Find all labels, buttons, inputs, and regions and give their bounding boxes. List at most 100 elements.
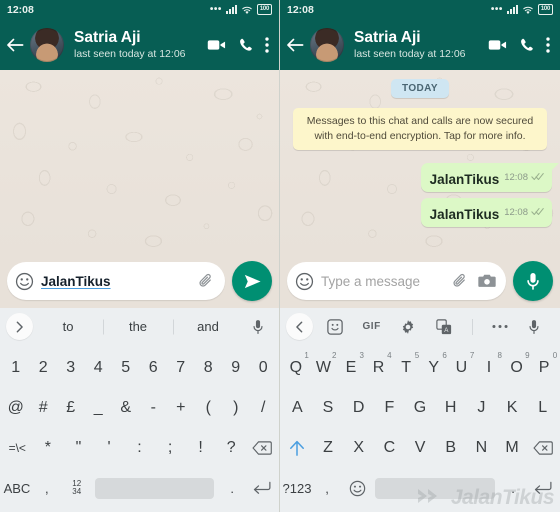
outgoing-message-bubble[interactable]: JalanTikus 12:08 [420, 198, 552, 228]
more-dots-icon[interactable] [492, 324, 509, 329]
microphone-button[interactable] [513, 261, 553, 301]
message-input-pill[interactable]: Type a message [287, 262, 506, 300]
key-1[interactable]: 1 [2, 348, 30, 388]
key-F[interactable]: F [374, 388, 405, 428]
key-6[interactable]: 6 [140, 348, 168, 388]
overflow-menu-icon[interactable] [265, 36, 269, 53]
paperclip-icon[interactable] [197, 272, 215, 290]
key-M[interactable]: M [497, 428, 528, 468]
back-arrow-icon[interactable] [4, 37, 26, 53]
sticker-icon[interactable] [327, 318, 343, 335]
outgoing-message-bubble[interactable]: JalanTikus 12:08 [420, 163, 560, 193]
key-V[interactable]: V [405, 428, 436, 468]
phone-call-icon[interactable] [238, 37, 254, 53]
key-[interactable]: & [112, 388, 140, 428]
chevron-left-icon[interactable] [286, 313, 313, 340]
send-button[interactable] [232, 261, 272, 301]
phone-call-icon[interactable] [519, 37, 535, 53]
enter-key-icon[interactable] [247, 468, 277, 508]
key-[interactable]: =\< [2, 428, 33, 468]
translate-icon[interactable]: A [436, 318, 452, 335]
key-8[interactable]: 8 [195, 348, 223, 388]
gif-button[interactable]: GIF [363, 321, 381, 332]
overflow-menu-icon[interactable] [546, 36, 550, 53]
key-9[interactable]: 9 [222, 348, 250, 388]
key-W[interactable]: W2 [310, 348, 338, 388]
key-[interactable]: ' [94, 428, 125, 468]
key-J[interactable]: J [466, 388, 497, 428]
key-period[interactable]: . [217, 468, 247, 508]
video-call-icon[interactable] [207, 38, 227, 52]
back-arrow-icon[interactable] [284, 37, 306, 53]
key-Q[interactable]: Q1 [282, 348, 310, 388]
chevron-right-icon[interactable] [6, 313, 33, 340]
encryption-notice[interactable]: Messages to this chat and calls are now … [293, 108, 547, 151]
suggestion-word-0[interactable]: to [33, 319, 103, 334]
key-mode-switch[interactable]: ?123 [282, 468, 312, 508]
key-[interactable]: # [30, 388, 58, 428]
key-spacebar[interactable] [375, 477, 495, 499]
contact-info[interactable]: Satria Aji last seen today at 12:06 [74, 29, 203, 60]
backspace-icon[interactable] [527, 428, 558, 468]
key-Z[interactable]: Z [313, 428, 344, 468]
key-4[interactable]: 4 [85, 348, 113, 388]
key-T[interactable]: T5 [392, 348, 420, 388]
key-U[interactable]: U7 [448, 348, 476, 388]
key-P[interactable]: P0 [530, 348, 558, 388]
gear-icon[interactable] [400, 319, 416, 335]
key-X[interactable]: X [343, 428, 374, 468]
avatar[interactable] [310, 27, 344, 62]
key-[interactable]: ( [195, 388, 223, 428]
contact-info[interactable]: Satria Aji last seen today at 12:06 [354, 29, 484, 60]
key-D[interactable]: D [343, 388, 374, 428]
message-row[interactable]: JalanTikus 12:08 [288, 198, 552, 228]
camera-icon[interactable] [478, 273, 496, 289]
key-[interactable]: £ [57, 388, 85, 428]
key-[interactable]: ? [216, 428, 247, 468]
backspace-icon[interactable] [247, 428, 278, 468]
emoji-smiley-icon[interactable] [15, 272, 34, 291]
key-[interactable]: ! [185, 428, 216, 468]
key-L[interactable]: L [527, 388, 558, 428]
key-A[interactable]: A [282, 388, 313, 428]
key-5[interactable]: 5 [112, 348, 140, 388]
key-numpad[interactable]: 12 34 [62, 468, 92, 508]
key-[interactable]: - [140, 388, 168, 428]
key-H[interactable]: H [435, 388, 466, 428]
key-7[interactable]: 7 [167, 348, 195, 388]
key-C[interactable]: C [374, 428, 405, 468]
key-spacebar[interactable] [94, 477, 215, 499]
key-G[interactable]: G [405, 388, 436, 428]
suggestion-word-2[interactable]: and [173, 319, 243, 334]
key-[interactable]: : [124, 428, 155, 468]
key-R[interactable]: R4 [365, 348, 393, 388]
key-mode-switch[interactable]: ABC [2, 468, 32, 508]
key-N[interactable]: N [466, 428, 497, 468]
avatar[interactable] [30, 27, 64, 62]
key-[interactable]: _ [85, 388, 113, 428]
key-[interactable]: * [33, 428, 64, 468]
microphone-icon[interactable] [243, 319, 273, 335]
message-row[interactable]: JalanTikus 12:08 [288, 163, 560, 193]
key-[interactable]: ; [155, 428, 186, 468]
key-[interactable]: / [250, 388, 278, 428]
key-[interactable]: ) [222, 388, 250, 428]
message-input-placeholder[interactable]: Type a message [321, 274, 444, 289]
emoji-smiley-icon[interactable] [342, 468, 372, 508]
emoji-smiley-icon[interactable] [295, 272, 314, 291]
key-[interactable]: @ [2, 388, 30, 428]
enter-key-icon[interactable] [528, 468, 558, 508]
key-K[interactable]: K [497, 388, 528, 428]
key-E[interactable]: E3 [337, 348, 365, 388]
key-3[interactable]: 3 [57, 348, 85, 388]
key-0[interactable]: 0 [250, 348, 278, 388]
encryption-notice-row[interactable]: Messages to this chat and calls are now … [288, 108, 552, 151]
message-input-text[interactable]: JalanTikus [41, 274, 190, 289]
microphone-icon[interactable] [528, 319, 540, 335]
key-2[interactable]: 2 [30, 348, 58, 388]
key-B[interactable]: B [435, 428, 466, 468]
key-[interactable]: " [63, 428, 94, 468]
shift-icon[interactable] [282, 428, 313, 468]
paperclip-icon[interactable] [451, 272, 469, 290]
key-S[interactable]: S [313, 388, 344, 428]
